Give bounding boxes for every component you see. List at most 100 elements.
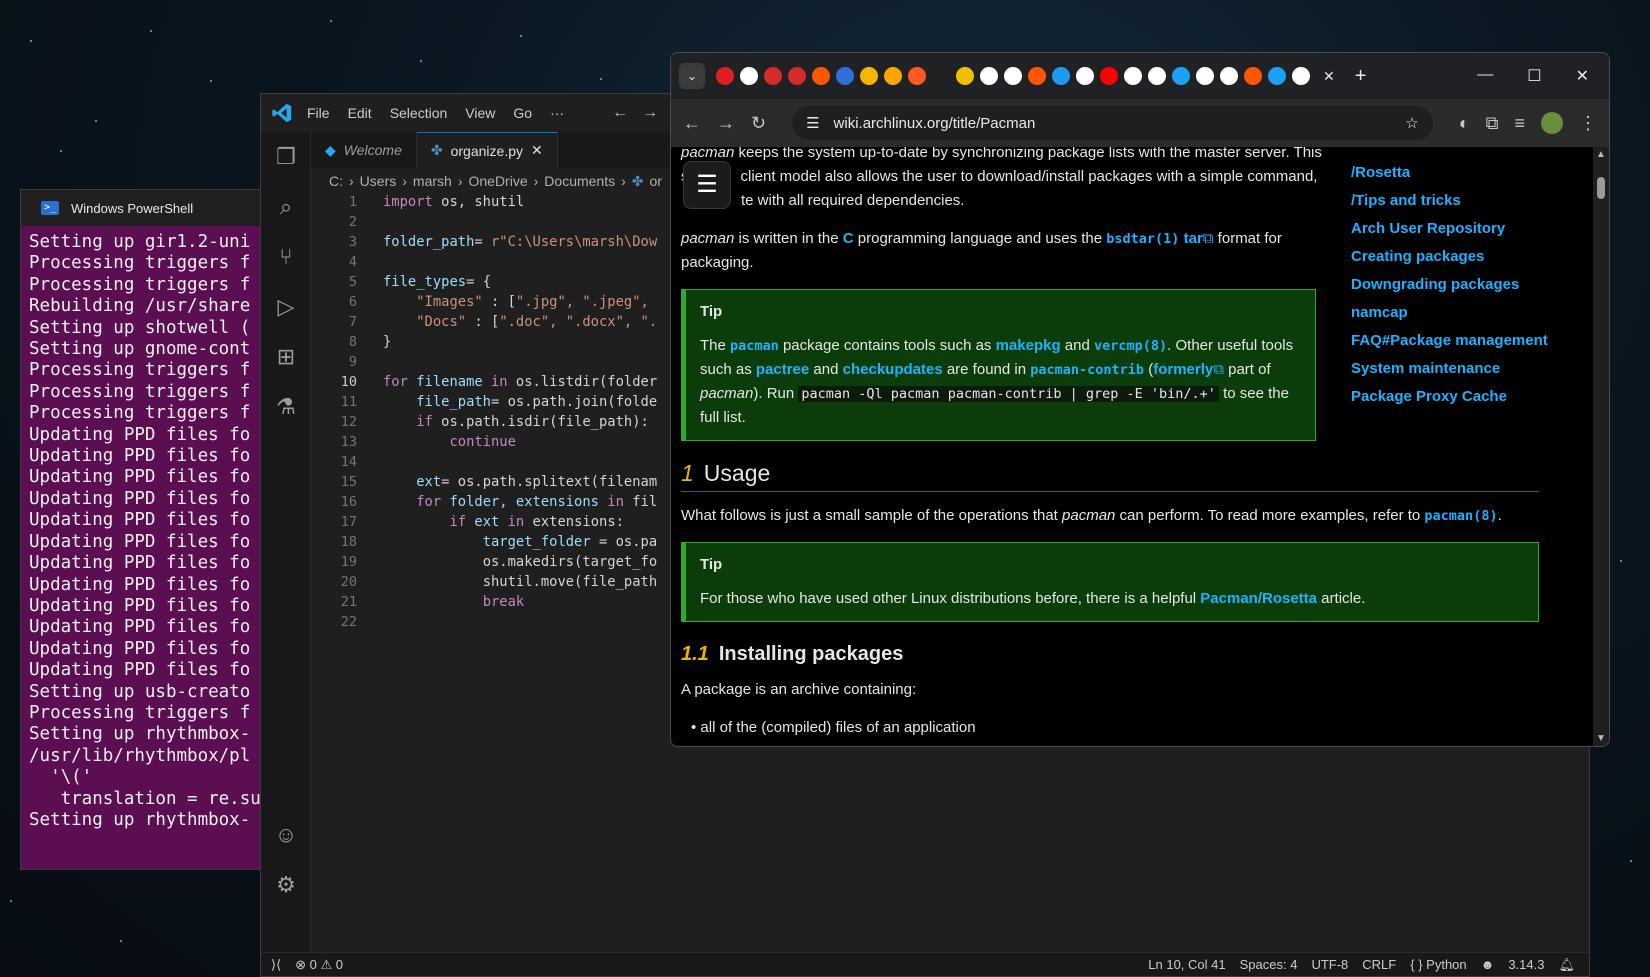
source-control-icon[interactable]: ⑂ xyxy=(273,244,299,270)
active-tab-close-icon[interactable]: ✕ xyxy=(1323,68,1335,85)
scroll-up-arrow-icon[interactable]: ▲ xyxy=(1596,149,1606,160)
account-icon[interactable]: ☺ xyxy=(273,822,299,848)
related-link[interactable]: /Rosetta xyxy=(1351,159,1548,187)
code-line[interactable]: folder_path= r"C:\Users\marsh\Dow xyxy=(383,234,657,250)
back-arrow-icon[interactable]: ← xyxy=(683,113,701,134)
site-info-icon[interactable]: ☰ xyxy=(806,114,819,132)
link-c[interactable]: C xyxy=(843,230,854,247)
forward-arrow-icon[interactable]: → xyxy=(717,113,735,134)
minimize-icon[interactable]: — xyxy=(1477,66,1493,86)
pinned-tab-favicon-icon[interactable] xyxy=(1172,67,1190,85)
bookmark-star-icon[interactable]: ☆ xyxy=(1405,114,1418,132)
code-line[interactable]: shutil.move(file_path xyxy=(383,574,657,590)
profile-avatar[interactable] xyxy=(1541,112,1563,134)
breadcrumb-item[interactable]: or xyxy=(650,173,662,189)
chrome-menu-kebab-icon[interactable]: ⋮ xyxy=(1579,113,1597,134)
pinned-tab-favicon-icon[interactable] xyxy=(1196,67,1214,85)
pinned-tab-favicon-icon[interactable] xyxy=(884,67,902,85)
menu-more[interactable]: ··· xyxy=(550,105,564,121)
forward-arrow-icon[interactable]: → xyxy=(642,104,672,121)
encoding[interactable]: UTF-8 xyxy=(1311,957,1348,972)
code-line[interactable]: file_types= { xyxy=(383,274,491,290)
link-pacman-rosetta[interactable]: Pacman/Rosetta xyxy=(1200,590,1317,607)
cursor-position[interactable]: Ln 10, Col 41 xyxy=(1148,957,1225,972)
link-pacman[interactable]: pacman xyxy=(730,338,779,354)
link-pactree[interactable]: pactree xyxy=(756,361,809,378)
pinned-tab-favicon-icon[interactable] xyxy=(980,67,998,85)
related-link[interactable]: Package Proxy Cache xyxy=(1351,383,1548,411)
tab-close-icon[interactable]: ✕ xyxy=(531,142,543,159)
python-version[interactable]: 3.14.3 xyxy=(1508,957,1544,972)
chrome-window[interactable]: ⌄ ✕ + — ☐ ✕ ← → ↻ ☰ wiki.archlinux.org/t… xyxy=(670,52,1610,747)
code-line[interactable]: import os, shutil xyxy=(383,194,524,210)
link-formerly[interactable]: formerly xyxy=(1153,361,1213,378)
extensions-puzzle-icon[interactable]: ⧉ xyxy=(1486,113,1499,134)
link-makepkg[interactable]: makepkg xyxy=(996,337,1061,354)
code-line[interactable]: continue xyxy=(383,434,515,450)
code-line[interactable]: "Images" : [".jpg", ".jpeg", xyxy=(383,294,649,310)
pinned-tab-favicon-icon[interactable] xyxy=(1004,67,1022,85)
pinned-tab-favicon-icon[interactable] xyxy=(1268,67,1286,85)
testing-icon[interactable]: ⚗ xyxy=(273,394,299,420)
pinned-tab-favicon-icon[interactable] xyxy=(1100,67,1118,85)
breadcrumb-item[interactable]: Documents xyxy=(544,173,615,189)
code-line[interactable]: } xyxy=(383,334,391,350)
menu-view[interactable]: View xyxy=(465,105,495,121)
related-link[interactable]: FAQ#Package management xyxy=(1351,327,1548,355)
code-line[interactable]: os.makedirs(target_fo xyxy=(383,554,657,570)
search-icon[interactable]: ⌕ xyxy=(273,194,299,220)
code-line[interactable]: "Docs" : [".doc", ".docx", ". xyxy=(383,314,657,330)
pinned-tab-favicon-icon[interactable] xyxy=(908,67,926,85)
breadcrumb-item[interactable]: OneDrive xyxy=(468,173,527,189)
related-link[interactable]: System maintenance xyxy=(1351,355,1548,383)
pinned-tab-favicon-icon[interactable] xyxy=(1244,67,1262,85)
close-window-icon[interactable]: ✕ xyxy=(1576,66,1589,86)
pinned-tab-favicon-icon[interactable] xyxy=(716,67,734,85)
link-bsdtar[interactable]: bsdtar(1) xyxy=(1106,231,1179,247)
extensions-icon[interactable]: ⊞ xyxy=(273,344,299,370)
scrollbar-thumb[interactable] xyxy=(1597,177,1605,199)
tab-search-chevron-icon[interactable]: ⌄ xyxy=(679,63,705,89)
menu-go[interactable]: Go xyxy=(513,105,532,121)
code-line[interactable]: break xyxy=(383,594,525,610)
pinned-tab-favicon-icon[interactable] xyxy=(812,67,830,85)
pinned-tab-favicon-icon[interactable] xyxy=(1076,67,1094,85)
language-mode[interactable]: { } Python xyxy=(1410,957,1466,972)
table-of-contents-button[interactable]: ☰ xyxy=(683,161,731,209)
related-link[interactable]: Arch User Repository xyxy=(1351,215,1548,243)
explorer-icon[interactable]: ❐ xyxy=(273,144,299,170)
url-text[interactable]: wiki.archlinux.org/title/Pacman xyxy=(834,115,1392,132)
media-queue-icon[interactable]: ≡ xyxy=(1514,113,1525,134)
copilot-icon[interactable]: ☻ xyxy=(1481,957,1495,972)
pinned-tab-favicon-icon[interactable] xyxy=(740,67,758,85)
maximize-icon[interactable]: ☐ xyxy=(1527,66,1541,86)
back-arrow-icon[interactable]: ← xyxy=(612,104,642,121)
link-pacman-contrib[interactable]: pacman-contrib xyxy=(1030,362,1144,378)
address-bar[interactable]: ☰ wiki.archlinux.org/title/Pacman ☆ xyxy=(792,106,1433,140)
nav-back-forward[interactable]: ←→ xyxy=(612,104,672,122)
link-tar[interactable]: tar xyxy=(1184,230,1203,247)
pinned-tab-favicon-icon[interactable] xyxy=(1124,67,1142,85)
menu-file[interactable]: File xyxy=(307,105,330,121)
pinned-tab-favicon-icon[interactable] xyxy=(1052,67,1070,85)
page-content[interactable]: pacman keeps the system up-to-date by sy… xyxy=(671,147,1593,746)
breadcrumb-item[interactable]: marsh xyxy=(413,173,452,189)
reload-icon[interactable]: ↻ xyxy=(751,113,766,134)
code-line[interactable]: for filename in os.listdir(folder xyxy=(383,374,657,390)
pinned-tab-favicon-icon[interactable] xyxy=(764,67,782,85)
notifications-bell-icon[interactable]: 🔔︎ xyxy=(1558,957,1575,973)
page-scrollbar[interactable]: ▲ ▼ xyxy=(1593,147,1609,746)
scroll-down-arrow-icon[interactable]: ▼ xyxy=(1596,733,1606,744)
pinned-tab-favicon-icon[interactable] xyxy=(1292,67,1310,85)
related-link[interactable]: Downgrading packages xyxy=(1351,271,1548,299)
code-line[interactable]: file_path= os.path.join(folde xyxy=(383,394,657,410)
tab-organize-py[interactable]: ✤ organize.py ✕ xyxy=(416,132,558,168)
menu-edit[interactable]: Edit xyxy=(348,105,372,121)
code-line[interactable]: target_folder = os.pa xyxy=(383,534,657,550)
tab-welcome[interactable]: ◆ Welcome xyxy=(311,132,417,168)
code-line[interactable]: for folder, extensions in fil xyxy=(383,494,657,510)
pinned-tab-favicon-icon[interactable] xyxy=(1148,67,1166,85)
line-ending[interactable]: CRLF xyxy=(1362,957,1396,972)
breadcrumb-item[interactable]: C: xyxy=(329,173,343,189)
link-vercmp[interactable]: vercmp(8) xyxy=(1094,338,1167,354)
